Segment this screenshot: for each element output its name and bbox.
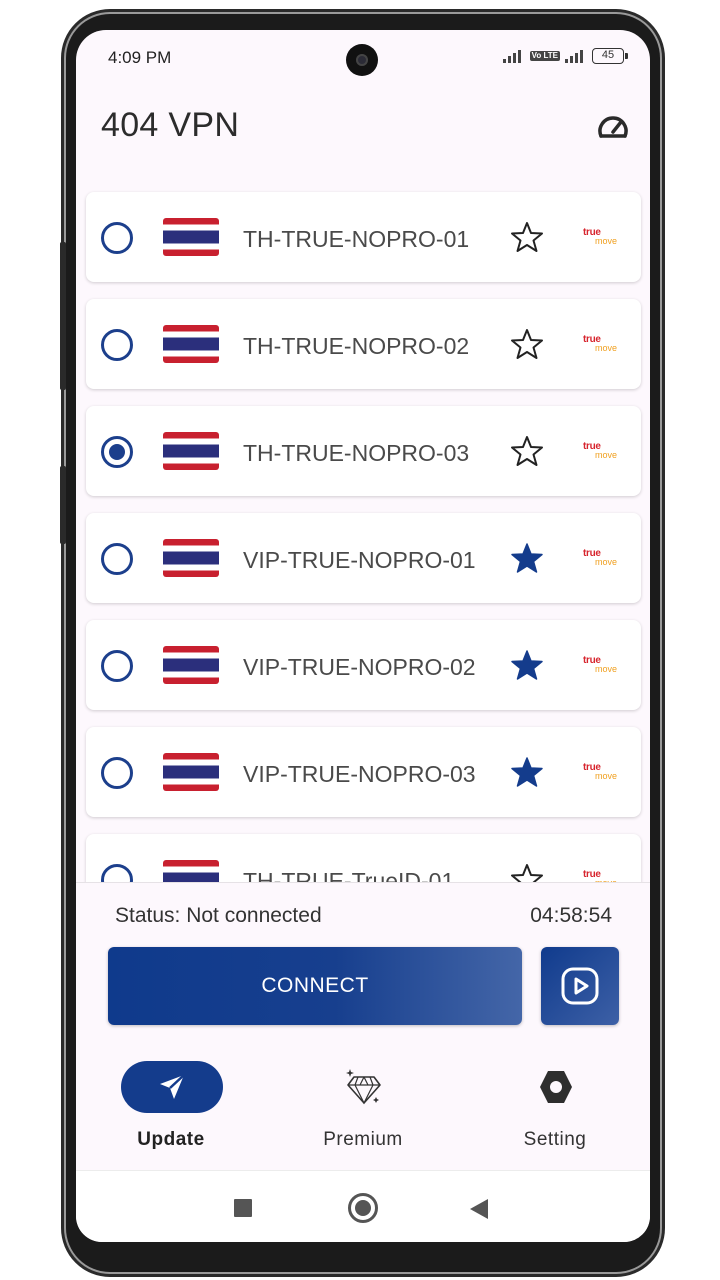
server-list[interactable]: TH-TRUE-NOPRO-01 true move TH-TRUE-NOPRO-02… xyxy=(76,190,650,882)
server-row[interactable]: TH-TRUE-TrueID-01 truemove xyxy=(86,834,641,882)
isp-logo: truemove xyxy=(583,335,619,355)
diamond-icon xyxy=(346,1069,381,1105)
server-name: TH-TRUE-NOPRO-01 xyxy=(243,226,470,252)
isp-logo: truemove xyxy=(583,763,619,783)
server-name: VIP-TRUE-NOPRO-01 xyxy=(243,547,476,573)
isp-logo-text-2: move xyxy=(595,236,618,246)
server-name: VIP-TRUE-NOPRO-02 xyxy=(243,654,476,680)
isp-logo-text-2: move xyxy=(595,450,618,460)
thailand-flag-icon xyxy=(163,753,219,791)
battery-icon: 45 xyxy=(592,48,628,64)
nav-update-pill xyxy=(121,1061,223,1113)
front-camera xyxy=(346,44,378,76)
isp-logo: truemove xyxy=(583,549,619,569)
system-nav-bar xyxy=(76,1170,650,1242)
status-icons: Vo LTE 45 xyxy=(502,48,628,64)
status-bar: 4:09 PM Vo LTE 45 xyxy=(76,30,650,78)
send-icon xyxy=(160,1074,185,1099)
server-radio[interactable] xyxy=(101,329,133,361)
thailand-flag-icon xyxy=(163,860,219,882)
isp-logo: truemove xyxy=(583,656,619,676)
server-radio[interactable] xyxy=(101,436,133,468)
thailand-flag-icon xyxy=(163,432,219,470)
server-radio[interactable] xyxy=(101,864,133,882)
nav-premium-pill xyxy=(313,1061,415,1113)
connect-button[interactable]: CONNECT xyxy=(108,947,522,1025)
nav-setting[interactable]: Setting xyxy=(480,1059,630,1159)
server-radio[interactable] xyxy=(101,650,133,682)
server-name: TH-TRUE-NOPRO-02 xyxy=(243,333,470,359)
back-button[interactable] xyxy=(470,1199,488,1219)
server-row[interactable]: TH-TRUE-NOPRO-01 true move xyxy=(86,192,641,282)
isp-logo-text-2: move xyxy=(595,557,618,567)
nav-update[interactable]: Update xyxy=(96,1059,246,1159)
nav-setting-pill xyxy=(505,1061,607,1113)
isp-logo: truemove xyxy=(583,228,619,248)
star-outline-icon[interactable] xyxy=(510,327,544,361)
nav-premium-label: Premium xyxy=(323,1129,403,1150)
server-radio[interactable] xyxy=(101,757,133,789)
speedometer-icon[interactable] xyxy=(596,110,630,144)
star-outline-icon[interactable] xyxy=(510,220,544,254)
server-row[interactable]: VIP-TRUE-NOPRO-02 true move xyxy=(86,620,641,710)
star-filled-icon[interactable] xyxy=(510,541,544,575)
volte-icon: Vo LTE xyxy=(529,51,560,61)
signal-icon xyxy=(502,50,521,63)
nav-premium[interactable]: Premium xyxy=(288,1059,438,1159)
isp-logo-text-2: move xyxy=(595,343,618,353)
star-outline-icon[interactable] xyxy=(510,862,544,882)
server-name: TH-TRUE-TrueID-01 xyxy=(243,868,455,882)
isp-logo: truemove xyxy=(583,442,619,462)
status-time: 4:09 PM xyxy=(108,48,172,67)
server-name: VIP-TRUE-NOPRO-03 xyxy=(243,761,476,787)
server-radio[interactable] xyxy=(101,222,133,254)
server-name: TH-TRUE-NOPRO-03 xyxy=(243,440,470,466)
app-screen: 4:09 PM Vo LTE 45 404 VPN TH-TRUE-NOPRO-… xyxy=(76,30,650,1242)
nav-setting-label: Setting xyxy=(523,1129,587,1150)
connection-timer: 04:58:54 xyxy=(530,904,612,927)
star-outline-icon[interactable] xyxy=(510,434,544,468)
thailand-flag-icon xyxy=(163,539,219,577)
thailand-flag-icon xyxy=(163,646,219,684)
server-row[interactable]: VIP-TRUE-NOPRO-01 true move xyxy=(86,513,641,603)
signal-icon-2 xyxy=(565,50,583,63)
star-filled-icon[interactable] xyxy=(510,755,544,789)
connection-status: Status: Not connected xyxy=(115,904,322,927)
play-icon xyxy=(561,967,599,1005)
settings-hex-icon xyxy=(540,1071,572,1103)
bottom-panel: Status: Not connected 04:58:54 CONNECT U… xyxy=(76,882,650,1172)
isp-logo-text-2: move xyxy=(595,771,618,781)
app-title: 404 VPN xyxy=(101,106,240,144)
thailand-flag-icon xyxy=(163,325,219,363)
volume-button xyxy=(60,242,66,390)
server-row[interactable]: TH-TRUE-NOPRO-03 true move xyxy=(86,406,641,496)
thailand-flag-icon xyxy=(163,218,219,256)
server-row[interactable]: VIP-TRUE-NOPRO-03 true move xyxy=(86,727,641,817)
nav-update-label: Update xyxy=(137,1129,205,1150)
star-filled-icon[interactable] xyxy=(510,648,544,682)
recents-button[interactable] xyxy=(234,1199,252,1217)
server-radio[interactable] xyxy=(101,543,133,575)
play-ad-button[interactable] xyxy=(541,947,619,1025)
home-button[interactable] xyxy=(348,1193,378,1223)
isp-logo-text-2: move xyxy=(595,664,618,674)
power-button xyxy=(60,466,66,544)
isp-logo: truemove xyxy=(583,870,619,883)
server-row[interactable]: TH-TRUE-NOPRO-02 true move xyxy=(86,299,641,389)
